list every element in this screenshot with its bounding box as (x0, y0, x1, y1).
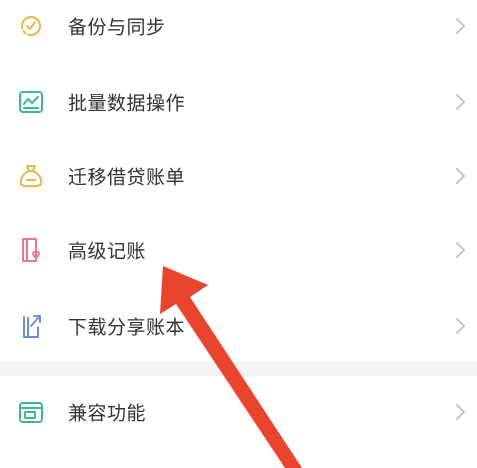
compat-window-icon (16, 397, 46, 427)
book-heart-icon (16, 235, 46, 265)
menu-item-label: 高级记账 (68, 240, 147, 263)
chevron-right-icon (453, 16, 467, 36)
menu-item-compat[interactable]: 兼容功能 (0, 376, 477, 448)
sync-clock-icon (16, 11, 46, 41)
menu-item-label: 迁移借贷账单 (68, 166, 186, 189)
menu-item-download-share[interactable]: 下载分享账本 (0, 290, 477, 362)
menu-item-backup-sync[interactable]: 备份与同步 (0, 0, 477, 62)
menu-item-label: 下载分享账本 (68, 316, 186, 339)
chevron-right-icon (453, 240, 467, 260)
menu-item-label: 备份与同步 (68, 16, 166, 39)
menu-item-batch-data[interactable]: 批量数据操作 (0, 66, 477, 138)
chart-card-icon (16, 87, 46, 117)
chevron-right-icon (453, 316, 467, 336)
chevron-right-icon (453, 402, 467, 422)
menu-item-label: 批量数据操作 (68, 92, 186, 115)
chevron-right-icon (453, 166, 467, 186)
share-book-icon (16, 311, 46, 341)
money-bag-icon (16, 161, 46, 191)
menu-item-label: 兼容功能 (68, 402, 147, 425)
menu-item-advanced-bookkeeping[interactable]: 高级记账 (0, 214, 477, 286)
chevron-right-icon (453, 92, 467, 112)
settings-menu-group-secondary: 兼容功能 (0, 376, 477, 468)
menu-item-migrate-loans[interactable]: 迁移借贷账单 (0, 140, 477, 212)
settings-menu-group: 备份与同步 批量数据操作 迁移借贷账单 高级记账 下载分享账本 (0, 0, 477, 362)
